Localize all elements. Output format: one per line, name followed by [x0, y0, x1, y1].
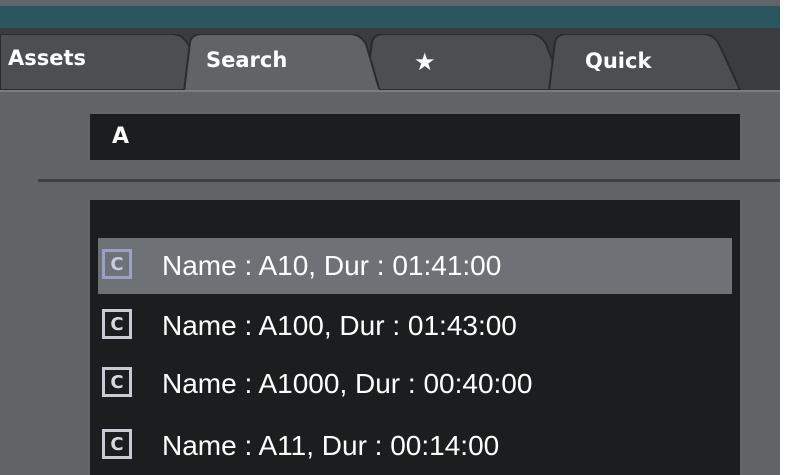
tab-favorites[interactable]: ★: [362, 34, 567, 92]
search-input-value: A: [112, 124, 130, 149]
star-icon: ★: [414, 48, 436, 76]
panel-top-edge: [0, 90, 780, 92]
search-input[interactable]: A: [90, 114, 740, 160]
list-item[interactable]: C Name : A100, Dur : 01:43:00: [98, 298, 732, 354]
list-item-text: Name : A10, Dur : 01:41:00: [162, 250, 502, 281]
list-item[interactable]: C Name : A11, Dur : 00:14:00: [98, 418, 732, 474]
clip-icon: C: [102, 309, 132, 339]
window-frame: Assets ★ Quick Search A C Name : A10, Du…: [0, 0, 780, 475]
tab-search-label: Search: [206, 48, 288, 72]
list-item[interactable]: C Name : A10, Dur : 01:41:00: [98, 238, 732, 294]
tab-quick-label: Quick: [585, 49, 652, 73]
clip-icon: C: [102, 367, 132, 397]
list-item-text: Name : A11, Dur : 00:14:00: [162, 430, 500, 461]
list-item[interactable]: C Name : A1000, Dur : 00:40:00: [98, 356, 732, 412]
divider: [38, 179, 780, 182]
list-item-text: Name : A100, Dur : 01:43:00: [162, 310, 517, 341]
tab-quick[interactable]: Quick: [545, 34, 743, 92]
list-item-text: Name : A1000, Dur : 00:40:00: [162, 368, 533, 399]
clip-icon: C: [102, 249, 132, 279]
tab-search[interactable]: Search: [182, 34, 382, 92]
clip-icon: C: [102, 429, 132, 459]
title-bar: [0, 6, 780, 28]
results-list[interactable]: C Name : A10, Dur : 01:41:00 C Name : A1…: [90, 200, 740, 475]
tab-assets-label: Assets: [8, 46, 87, 70]
